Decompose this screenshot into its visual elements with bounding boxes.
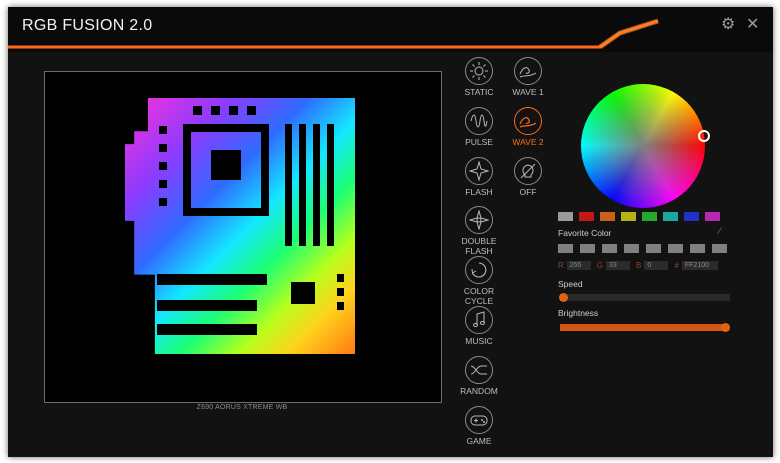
preset-swatch[interactable]	[684, 212, 699, 221]
motherboard-preview	[44, 71, 442, 403]
mode-music[interactable]: MUSIC	[455, 306, 503, 346]
wave-icon	[514, 107, 542, 135]
title-bar: RGB FUSION 2.0 ⚙ ✕	[8, 7, 773, 52]
flash-star-icon	[465, 157, 493, 185]
preset-swatch[interactable]	[579, 212, 594, 221]
hex-value-field[interactable]: FF2100	[681, 261, 718, 270]
app-window: RGB FUSION 2.0 ⚙ ✕ Z690 AORUS XTREME WB …	[8, 7, 773, 457]
brightness-fill	[560, 324, 725, 331]
mode-off[interactable]: OFF	[504, 157, 552, 197]
mode-pulse[interactable]: PULSE	[455, 107, 503, 147]
blue-value-field[interactable]: 0	[644, 261, 669, 270]
color-cycle-icon	[465, 256, 493, 284]
random-icon	[465, 356, 493, 384]
favorite-swatch[interactable]	[690, 244, 705, 253]
preset-swatch[interactable]	[705, 212, 720, 221]
speed-knob[interactable]	[559, 293, 569, 302]
favorite-swatch[interactable]	[712, 244, 727, 253]
favorite-swatch[interactable]	[580, 244, 595, 253]
mode-game[interactable]: GAME	[455, 406, 503, 446]
preset-swatches	[558, 212, 720, 221]
motherboard-image	[125, 98, 355, 354]
bulb-off-icon	[514, 157, 542, 185]
preset-swatch[interactable]	[621, 212, 636, 221]
speed-slider[interactable]	[559, 293, 730, 302]
pulse-icon	[465, 107, 493, 135]
speed-label: Speed	[558, 279, 583, 289]
mode-random[interactable]: RANDOM	[455, 356, 503, 396]
music-note-icon	[465, 306, 493, 334]
favorite-swatch[interactable]	[558, 244, 573, 253]
favorite-swatch[interactable]	[602, 244, 617, 253]
green-value-field[interactable]: 33	[606, 261, 631, 270]
favorite-swatch[interactable]	[624, 244, 639, 253]
eyedropper-icon[interactable]: ⁄	[719, 226, 721, 236]
mode-static[interactable]: STATIC	[455, 57, 503, 97]
brightness-knob[interactable]	[720, 323, 730, 332]
preset-swatch[interactable]	[558, 212, 573, 221]
gear-icon[interactable]: ⚙	[721, 17, 735, 33]
red-value-field[interactable]: 255	[566, 261, 591, 270]
mode-double-flash[interactable]: DOUBLE FLASH	[455, 206, 503, 256]
preset-swatch[interactable]	[600, 212, 615, 221]
title-accent-stripe	[8, 18, 659, 50]
favorite-swatch[interactable]	[646, 244, 661, 253]
color-wheel[interactable]	[581, 84, 705, 208]
wave-icon	[514, 57, 542, 85]
gamepad-icon	[465, 406, 493, 434]
close-icon[interactable]: ✕	[746, 17, 759, 33]
brightness-label: Brightness	[558, 308, 599, 318]
mode-flash[interactable]: FLASH	[455, 157, 503, 197]
rgb-values: R 255 G 33 B 0 # FF2100	[558, 261, 721, 270]
sun-icon	[465, 57, 493, 85]
preset-swatch[interactable]	[642, 212, 657, 221]
mode-wave1[interactable]: WAVE 1	[504, 57, 552, 97]
favorite-swatch[interactable]	[668, 244, 683, 253]
double-flash-icon	[465, 206, 493, 234]
favorite-swatches	[558, 244, 727, 253]
favorite-color-label: Favorite Color	[558, 228, 612, 238]
mode-wave2[interactable]: WAVE 2	[504, 107, 552, 147]
motherboard-model-label: Z690 AORUS XTREME WB	[196, 404, 288, 411]
brightness-slider[interactable]	[560, 323, 730, 332]
color-wheel-handle[interactable]	[698, 130, 710, 142]
preset-swatch[interactable]	[663, 212, 678, 221]
mode-color-cycle[interactable]: COLOR CYCLE	[455, 256, 503, 306]
